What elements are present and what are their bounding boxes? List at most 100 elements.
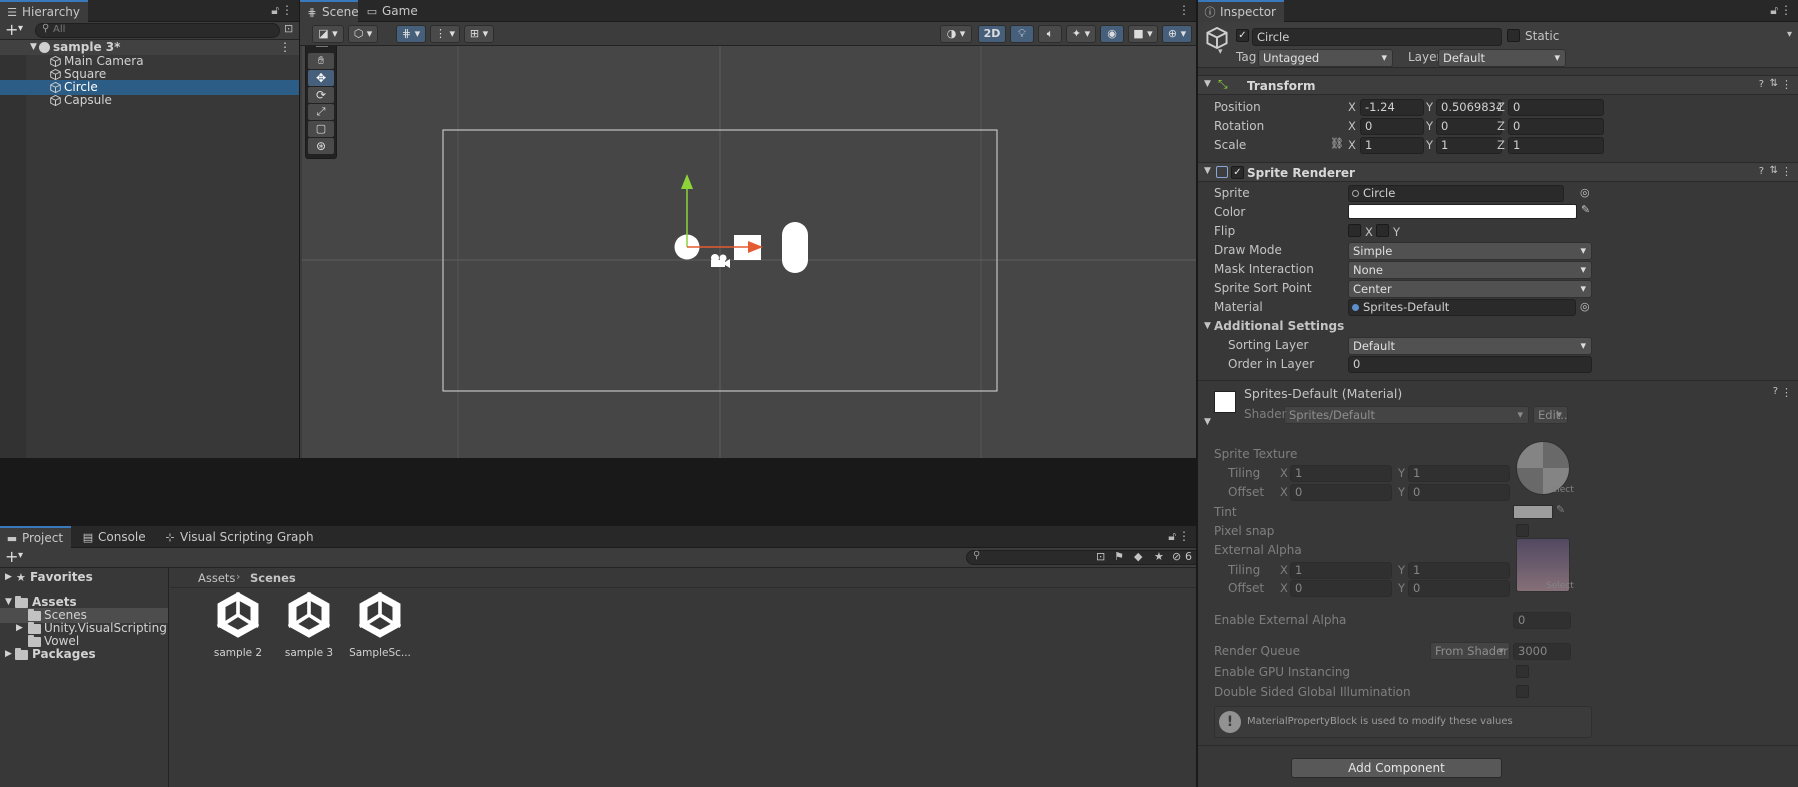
audio-toggle-icon[interactable]: 🔈︎ (1038, 25, 1062, 43)
eyedropper-icon[interactable]: ✎ (1556, 503, 1565, 516)
foldout-arrow-icon[interactable]: ▼ (1204, 321, 1211, 331)
hierarchy-search-input[interactable]: ⚲ All (35, 23, 280, 38)
vertical-splitter-left[interactable] (299, 0, 300, 526)
favorite-star-icon[interactable]: ★ (1154, 550, 1164, 563)
tab-visual-scripting-graph[interactable]: ⊹ Visual Scripting Graph (158, 526, 322, 548)
position-z-field[interactable]: 0 (1508, 99, 1604, 116)
preset-icon[interactable]: ⇅ (1770, 78, 1778, 89)
horizontal-splitter[interactable] (0, 524, 1196, 526)
tab-project[interactable]: ▬ Project (0, 526, 72, 548)
visibility-toggle-icon[interactable]: ◉ (1100, 25, 1124, 43)
preset-icon[interactable]: ⇅ (1770, 165, 1778, 176)
render-mode-button[interactable]: ⬡ ▾ (348, 25, 378, 43)
add-icon[interactable]: + (5, 547, 18, 566)
transform-tool-icon[interactable]: ⊛ (308, 138, 334, 154)
component-menu-icon[interactable]: ⋮ (1781, 165, 1792, 178)
foldout-arrow-icon[interactable]: ▶ (5, 570, 12, 585)
enable-external-alpha-field[interactable]: 0 (1513, 612, 1571, 629)
offset-x-field[interactable]: 0 (1290, 484, 1392, 501)
double-sided-gi-checkbox[interactable] (1516, 685, 1529, 698)
vertical-splitter-right[interactable] (1196, 0, 1198, 787)
ext-offset-x-field[interactable]: 0 (1290, 580, 1392, 597)
foldout-arrow-icon[interactable]: ▼ (30, 40, 37, 55)
packages-row[interactable]: ▶ Packages (0, 647, 168, 662)
ext-tiling-y-field[interactable]: 1 (1408, 562, 1510, 579)
active-checkbox[interactable]: ✓ (1236, 29, 1249, 42)
camera-button[interactable]: ■ ▾ (1128, 25, 1158, 43)
flip-x-checkbox[interactable] (1348, 224, 1361, 237)
sprite-field[interactable]: Circle (1348, 185, 1564, 202)
mask-interaction-dropdown[interactable]: None (1348, 261, 1592, 279)
help-icon[interactable]: ? (1773, 386, 1778, 397)
asset-item-sample-3[interactable]: sample 3 (277, 590, 341, 659)
layer-dropdown[interactable]: Default (1438, 49, 1566, 67)
tab-scene[interactable]: ⋕ Scene (300, 0, 359, 22)
tab-hierarchy[interactable]: ☰ Hierarchy (0, 0, 89, 22)
shading-button[interactable]: ◑ ▾ (940, 25, 972, 43)
tag-dropdown[interactable]: Untagged (1258, 49, 1393, 67)
add-dropdown-icon[interactable]: ▾ (18, 550, 23, 561)
static-dropdown-icon[interactable]: ▾ (1787, 29, 1792, 40)
object-picker-icon[interactable]: ◎ (1580, 186, 1590, 199)
rotate-tool-icon[interactable]: ⟳ (308, 87, 334, 103)
search-by-label-icon[interactable]: ⚑ (1114, 550, 1124, 563)
tab-game[interactable]: ▭ Game (360, 0, 426, 22)
scene-viewport[interactable]: ✋︎ ✥ ⟳ ⤢ ▢ ⊛ (302, 46, 1196, 458)
scene-canvas[interactable] (302, 46, 1196, 458)
rotation-z-field[interactable]: 0 (1508, 118, 1604, 135)
ext-offset-y-field[interactable]: 0 (1408, 580, 1510, 597)
object-name-field[interactable]: Circle (1252, 28, 1502, 46)
lighting-toggle-icon[interactable]: 💡︎ (1010, 25, 1034, 43)
position-y-field[interactable]: 0.5069834 (1436, 99, 1502, 116)
object-picker-icon[interactable]: ◎ (1580, 300, 1590, 313)
draw-mode-dropdown[interactable]: Simple (1348, 242, 1592, 260)
increment-snap-button[interactable]: ⋮ ▾ (430, 25, 460, 43)
ext-tiling-x-field[interactable]: 1 (1290, 562, 1392, 579)
eyedropper-icon[interactable]: ✎ (1581, 203, 1590, 216)
search-by-type-icon[interactable]: ⊡ (1096, 550, 1105, 563)
shader-edit-button[interactable]: Edit... (1533, 406, 1568, 424)
search-options-icon[interactable]: ⊡ (284, 22, 293, 35)
sprite-renderer-header[interactable]: ▼ ✓ Sprite Renderer ? ⇅ ⋮ (1198, 162, 1798, 182)
scale-z-field[interactable]: 1 (1508, 137, 1604, 154)
foldout-arrow-icon[interactable]: ▼ (1204, 166, 1211, 176)
sorting-layer-dropdown[interactable]: Default (1348, 337, 1592, 355)
draw-mode-button[interactable]: ◪ ▾ (312, 25, 344, 43)
grid-snap-button[interactable]: ⋕ ▾ (396, 25, 426, 43)
add-component-button[interactable]: Add Component (1291, 758, 1502, 778)
tab-inspector[interactable]: ⓘ Inspector (1198, 0, 1284, 22)
component-menu-icon[interactable]: ⋮ (1781, 386, 1792, 399)
render-queue-dropdown[interactable]: From Shader (1430, 642, 1510, 660)
more-options-icon[interactable]: ⋮ (1780, 3, 1792, 17)
scale-tool-icon[interactable]: ⤢ (308, 104, 334, 120)
effects-button[interactable]: ✦ ▾ (1066, 25, 1096, 43)
transform-header[interactable]: ▼ ⤡ Transform ? ⇅ ⋮ (1198, 75, 1798, 95)
move-tool-icon[interactable]: ✥ (308, 70, 334, 86)
pixel-snap-checkbox[interactable] (1516, 524, 1529, 537)
mode-2d-button[interactable]: 2D (978, 25, 1006, 43)
foldout-arrow-icon[interactable]: ▶ (5, 647, 12, 662)
constrain-proportions-icon[interactable]: ⛓︎ (1330, 137, 1344, 150)
add-dropdown-icon[interactable]: ▾ (18, 23, 23, 34)
color-swatch[interactable] (1348, 204, 1577, 219)
gizmos-button[interactable]: ⊕ ▾ (1162, 25, 1192, 43)
static-checkbox[interactable] (1507, 29, 1520, 42)
shader-dropdown[interactable]: Sprites/Default (1284, 406, 1529, 424)
scale-x-field[interactable]: 1 (1360, 137, 1424, 154)
tag-icon[interactable]: ◆ (1134, 550, 1142, 563)
more-options-icon[interactable]: ⋮ (281, 3, 293, 17)
offset-y-field[interactable]: 0 (1408, 484, 1510, 501)
sprite-renderer-enabled-checkbox[interactable]: ✓ (1231, 166, 1244, 179)
gpu-instancing-checkbox[interactable] (1516, 665, 1529, 678)
asset-item-samplescene[interactable]: SampleSc... (348, 590, 412, 659)
add-icon[interactable]: + (5, 20, 18, 39)
rotation-x-field[interactable]: 0 (1360, 118, 1424, 135)
more-options-icon[interactable]: ⋮ (1178, 3, 1190, 17)
hierarchy-item-capsule[interactable]: Capsule (0, 93, 299, 108)
material-field[interactable]: Sprites-Default (1348, 299, 1576, 316)
component-menu-icon[interactable]: ⋮ (1781, 78, 1792, 91)
texture-select-label[interactable]: Select (1546, 485, 1574, 495)
more-options-icon[interactable]: ⋮ (1178, 529, 1190, 543)
tiling-y-field[interactable]: 1 (1408, 465, 1510, 482)
lock-icon[interactable]: 🔓︎ (1168, 529, 1176, 544)
